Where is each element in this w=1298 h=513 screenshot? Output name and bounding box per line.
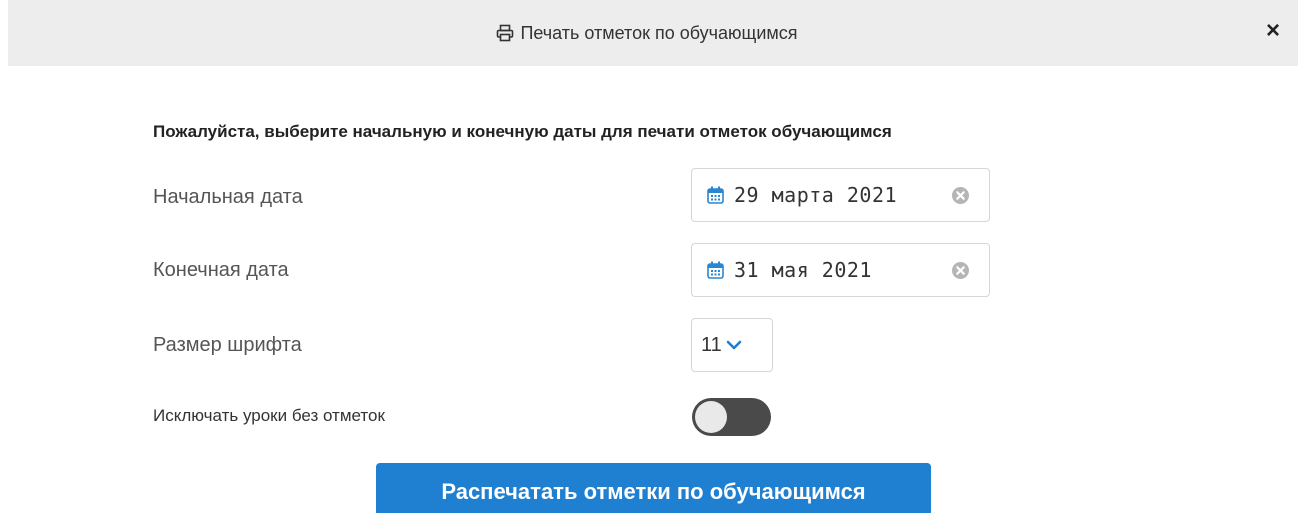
toggle-knob[interactable] [695, 401, 727, 433]
close-icon[interactable]: × [1266, 19, 1280, 43]
start-date-value[interactable]: 29 марта 2021 [734, 183, 951, 207]
end-date-value[interactable]: 31 мая 2021 [734, 258, 951, 282]
print-marks-button[interactable]: Распечатать отметки по обучающимся [376, 463, 931, 513]
dialog-title-text: Печать отметок по обучающимся [520, 22, 798, 43]
start-date-label: Начальная дата [153, 186, 303, 208]
dialog-header: Печать отметок по обучающимся [8, 0, 1298, 66]
font-size-select[interactable]: 11 [691, 318, 773, 372]
start-date-input[interactable]: 29 марта 2021 [691, 168, 990, 222]
exclude-lessons-toggle[interactable] [692, 398, 771, 436]
font-size-value[interactable]: 11 [701, 334, 722, 357]
clear-start-date-icon[interactable] [951, 186, 970, 205]
print-marks-dialog: Печать отметок по обучающимся × Пожалуйс… [0, 0, 1298, 513]
close-button[interactable]: × [1262, 19, 1284, 43]
instruction-text: Пожалуйста, выберите начальную и конечну… [153, 122, 892, 141]
printer-icon [496, 24, 514, 42]
end-date-label: Конечная дата [153, 259, 289, 281]
exclude-lessons-label: Исключать уроки без отметок [153, 406, 385, 425]
dialog-title: Печать отметок по обучающимся [496, 22, 798, 44]
calendar-icon[interactable] [707, 261, 724, 279]
calendar-icon[interactable] [707, 186, 724, 204]
chevron-down-icon[interactable] [726, 339, 742, 351]
end-date-input[interactable]: 31 мая 2021 [691, 243, 990, 297]
font-size-label: Размер шрифта [153, 334, 302, 356]
clear-end-date-icon[interactable] [951, 261, 970, 280]
